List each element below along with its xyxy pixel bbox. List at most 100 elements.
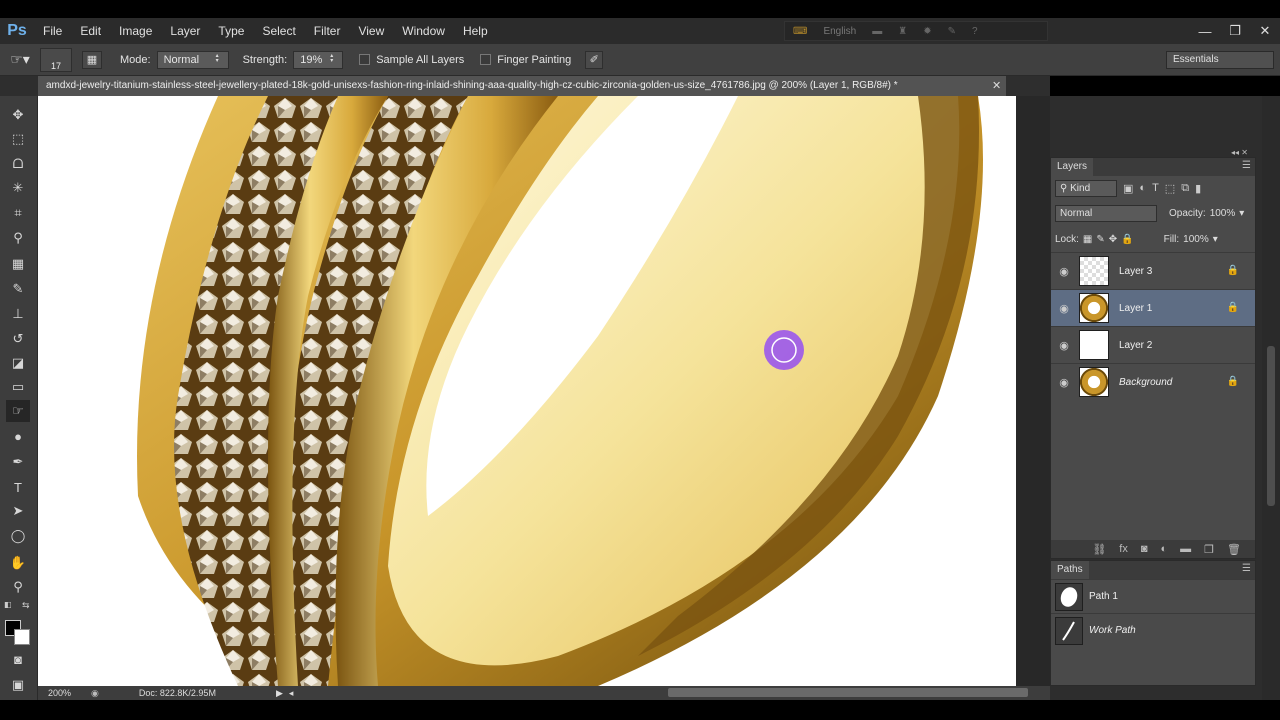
menu-layer[interactable]: Layer [161, 18, 209, 44]
menu-window[interactable]: Window [393, 18, 454, 44]
lock-all-icon[interactable]: 🔒 [1121, 234, 1133, 245]
magic-wand-tool-icon[interactable]: ✳ [6, 177, 30, 199]
fill-dropdown-icon[interactable]: ▾ [1213, 234, 1218, 245]
close-tab-icon[interactable]: ✕ [992, 76, 1001, 96]
new-layer-icon[interactable]: ❐ [1204, 543, 1214, 556]
menu-select[interactable]: Select [253, 18, 304, 44]
eyedropper-tool-icon[interactable]: ⚲ [6, 227, 30, 249]
paths-menu-icon[interactable]: ☰ [1242, 563, 1251, 574]
menu-help[interactable]: Help [454, 18, 497, 44]
menu-type[interactable]: Type [209, 18, 253, 44]
close-button[interactable]: ✕ [1250, 18, 1280, 44]
pen-tool-icon[interactable]: ✒ [6, 451, 30, 473]
history-brush-tool-icon[interactable]: ↺ [6, 328, 30, 350]
filter-type-icon[interactable]: T [1152, 182, 1159, 194]
visibility-eye-icon[interactable]: ◉ [1051, 302, 1077, 315]
link-layers-icon[interactable]: ⛓ [1092, 543, 1106, 556]
brush-panel-icon[interactable]: ▦ [82, 50, 102, 69]
gradient-tool-icon[interactable]: ▭ [6, 376, 30, 398]
visibility-eye-icon[interactable]: ◉ [1051, 265, 1077, 278]
eraser-tool-icon[interactable]: ◪ [6, 352, 30, 374]
blend-mode-select[interactable]: Normal [1055, 204, 1157, 222]
menu-edit[interactable]: Edit [71, 18, 110, 44]
path-row[interactable]: Path 1 [1051, 579, 1255, 613]
swap-colors-icon[interactable]: ⇆ [22, 600, 30, 611]
layer-row[interactable]: ◉ Layer 3 🔒 [1051, 252, 1255, 289]
add-mask-icon[interactable]: ◙ [1141, 543, 1148, 555]
opacity-dropdown-icon[interactable]: ▾ [1239, 208, 1244, 219]
lock-transparency-icon[interactable]: ▦ [1083, 234, 1092, 245]
layer-row[interactable]: ◉ Background 🔒 [1051, 363, 1255, 400]
scroll-left-icon[interactable]: ◂ [289, 688, 294, 699]
mode-select[interactable]: Normal [156, 50, 229, 69]
marquee-tool-icon[interactable]: ⬚ [6, 128, 30, 150]
mic-icon[interactable]: ♜ [898, 26, 907, 37]
document-canvas[interactable] [38, 96, 1016, 686]
pressure-icon[interactable]: ✐ [585, 50, 604, 69]
strength-input[interactable]: 19% [293, 50, 344, 69]
gear-icon[interactable]: ✹ [923, 26, 931, 37]
visibility-eye-icon[interactable]: ◉ [1051, 376, 1077, 389]
screen-mode-icon[interactable]: ▣ [6, 674, 30, 696]
panel-menu-icon[interactable]: ☰ [1242, 160, 1251, 171]
clone-stamp-tool-icon[interactable]: ⊥ [6, 303, 30, 325]
brush-size-picker[interactable]: 17 [40, 47, 72, 72]
move-tool-icon[interactable]: ✥ [6, 104, 30, 126]
filter-toggle-icon[interactable]: ▮ [1195, 182, 1201, 195]
lock-position-icon[interactable]: ✥ [1109, 234, 1117, 245]
lasso-tool-icon[interactable]: ᗝ [6, 153, 30, 175]
vertical-scrollbar-thumb[interactable] [1267, 346, 1275, 506]
new-group-icon[interactable]: ▬ [1180, 543, 1191, 555]
status-menu-arrow-icon[interactable]: ▶ [276, 688, 283, 699]
zoom-level[interactable]: 200% [48, 688, 71, 698]
filter-kind-select[interactable]: ⚲ Kind [1055, 179, 1117, 197]
minus-icon[interactable]: ▬ [872, 26, 882, 37]
document-tab[interactable]: amdxd-jewelry-titanium-stainless-steel-j… [38, 76, 1006, 96]
filter-adjustment-icon[interactable]: ◐ [1139, 182, 1146, 194]
ellipse-tool-icon[interactable]: ◯ [6, 525, 30, 547]
help-icon[interactable]: ? [972, 26, 978, 37]
brush-tool-icon[interactable]: ✎ [6, 278, 30, 300]
layer-row[interactable]: ◉ Layer 1 🔒 [1051, 289, 1255, 326]
hand-tool-icon[interactable]: ✋ [6, 552, 30, 574]
default-colors-icon[interactable]: ◧ [4, 600, 12, 609]
layers-tab[interactable]: Layers [1051, 158, 1094, 176]
background-color-swatch[interactable] [14, 629, 30, 645]
layer-style-icon[interactable]: fx [1119, 543, 1128, 555]
fill-value[interactable]: 100% [1183, 234, 1209, 245]
crop-tool-icon[interactable]: ⌗ [6, 202, 30, 224]
dodge-tool-icon[interactable]: ● [6, 425, 30, 447]
lock-image-icon[interactable]: ✎ [1096, 234, 1104, 245]
filter-smart-object-icon[interactable]: ⧉ [1181, 182, 1189, 195]
paths-tab[interactable]: Paths [1051, 561, 1089, 579]
type-tool-icon[interactable]: T [6, 476, 30, 498]
menu-view[interactable]: View [349, 18, 393, 44]
export-icon[interactable]: ◉ [91, 688, 99, 699]
menu-filter[interactable]: Filter [305, 18, 350, 44]
menu-image[interactable]: Image [110, 18, 161, 44]
smudge-tool-preset-icon[interactable]: ☞▾ [0, 51, 40, 68]
adjustment-layer-icon[interactable]: ◐ [1161, 543, 1168, 555]
path-row[interactable]: Work Path [1051, 613, 1255, 647]
finger-painting-checkbox[interactable] [480, 54, 492, 65]
restore-button[interactable]: ❐ [1220, 18, 1250, 44]
smudge-tool-icon[interactable]: ☞ [6, 400, 30, 422]
layer-row[interactable]: ◉ Layer 2 [1051, 326, 1255, 363]
menu-file[interactable]: File [34, 18, 71, 44]
zoom-tool-icon[interactable]: ⚲ [6, 576, 30, 598]
delete-layer-icon[interactable]: 🗑 [1227, 543, 1241, 556]
collapse-panels-icon[interactable]: ◂◂ ✕ [1231, 148, 1248, 157]
sample-all-layers-checkbox[interactable] [359, 54, 371, 65]
opacity-value[interactable]: 100% [1210, 208, 1236, 219]
pen-icon[interactable]: ✎ [948, 26, 956, 37]
visibility-eye-icon[interactable]: ◉ [1051, 339, 1077, 352]
horizontal-scrollbar[interactable] [668, 688, 1028, 697]
workspace-select[interactable]: Essentials [1166, 51, 1274, 69]
filter-pixel-icon[interactable]: ▣ [1123, 182, 1133, 195]
minimize-button[interactable]: — [1190, 18, 1220, 44]
healing-brush-tool-icon[interactable]: ▦ [6, 253, 30, 275]
filter-shape-icon[interactable]: ⬚ [1165, 182, 1175, 195]
vertical-scrollbar[interactable] [1262, 96, 1280, 700]
quick-mask-icon[interactable]: ◙ [6, 648, 30, 670]
path-selection-tool-icon[interactable]: ➤ [6, 500, 30, 522]
